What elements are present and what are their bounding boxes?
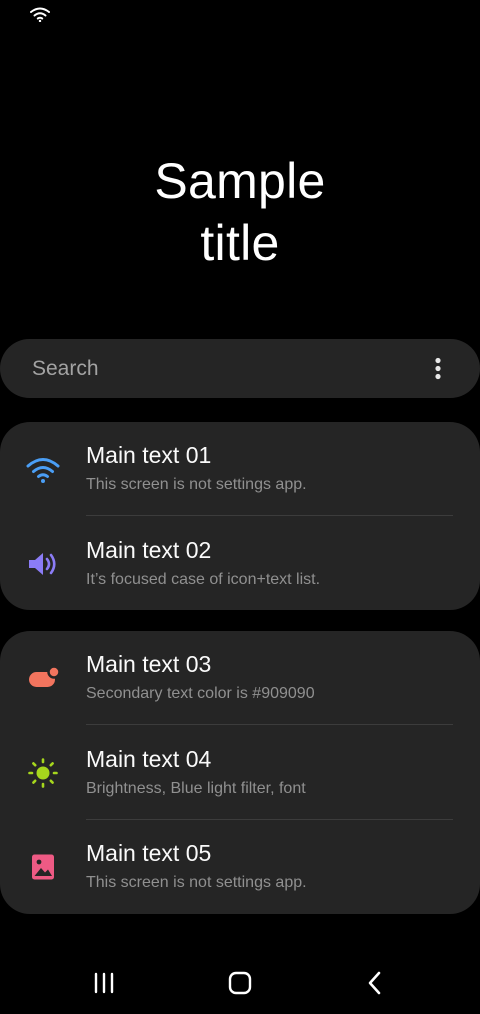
toggle-icon bbox=[29, 665, 60, 687]
divider bbox=[86, 724, 453, 725]
list-item-sub-text: This screen is not settings app. bbox=[86, 874, 307, 891]
status-bar bbox=[0, 0, 480, 30]
list-item-sub-text: This screen is not settings app. bbox=[86, 476, 307, 493]
divider bbox=[86, 515, 453, 516]
list-item-main-text: Main text 03 bbox=[86, 651, 212, 677]
list-item-01[interactable]: Main text 01 This screen is not settings… bbox=[0, 422, 480, 516]
list-item-02[interactable]: Main text 02 It’s focused case of icon+t… bbox=[0, 517, 480, 611]
list-item-05[interactable]: Main text 05 This screen is not settings… bbox=[0, 820, 480, 914]
page-title-line-1: Sample bbox=[154, 153, 326, 209]
more-options-icon[interactable] bbox=[424, 355, 452, 383]
list-item-main-text: Main text 01 bbox=[86, 442, 212, 468]
image-icon bbox=[32, 854, 54, 880]
page-title: Sample title bbox=[0, 150, 480, 274]
back-icon[interactable] bbox=[358, 966, 392, 1000]
navigation-bar bbox=[0, 950, 480, 1014]
wifi-status-icon bbox=[30, 7, 50, 22]
recents-icon[interactable] bbox=[87, 966, 121, 1000]
list-item-04[interactable]: Main text 04 Brightness, Blue light filt… bbox=[0, 726, 480, 820]
list-item-sub-text: It’s focused case of icon+text list. bbox=[86, 571, 321, 588]
search-input[interactable]: Search bbox=[32, 357, 99, 381]
speaker-icon bbox=[29, 553, 56, 575]
home-icon[interactable] bbox=[223, 966, 257, 1000]
list-item-main-text: Main text 05 bbox=[86, 840, 212, 866]
search-bar[interactable]: Search bbox=[0, 339, 480, 398]
list-item-sub-text: Brightness, Blue light filter, font bbox=[86, 780, 306, 797]
list-item-03[interactable]: Main text 03 Secondary text color is #90… bbox=[0, 631, 480, 725]
page-title-line-2: title bbox=[200, 215, 280, 271]
brightness-icon bbox=[28, 758, 58, 788]
list-item-main-text: Main text 02 bbox=[86, 537, 212, 563]
list-item-sub-text: Secondary text color is #909090 bbox=[86, 685, 315, 702]
list-card-1: Main text 01 This screen is not settings… bbox=[0, 422, 480, 610]
list-item-main-text: Main text 04 bbox=[86, 746, 212, 772]
wifi-icon bbox=[26, 458, 60, 483]
list-card-2: Main text 03 Secondary text color is #90… bbox=[0, 631, 480, 914]
